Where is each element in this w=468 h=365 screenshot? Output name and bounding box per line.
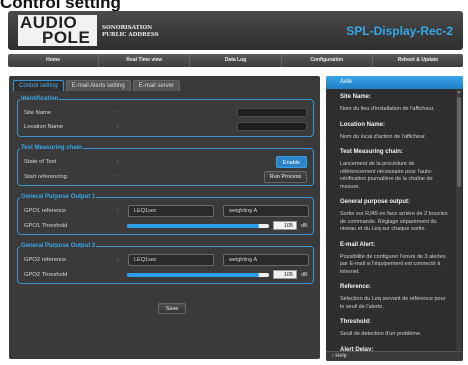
state-of-test-label: State of Test xyxy=(24,159,57,165)
help-aside: Aide Site Name: Nom du lieu d'installatio… xyxy=(326,76,463,361)
settings-tabs: Control setting E-mail Alerts setting E-… xyxy=(13,80,181,91)
colon: : xyxy=(117,174,119,180)
colon: : xyxy=(117,110,119,116)
nav-data-log[interactable]: Data Log xyxy=(190,54,282,67)
start-referencing-row: Start referencing : Run Process xyxy=(24,171,307,183)
help-section-text: Nom du local d'action de l'afficheur. xyxy=(340,133,427,140)
logo-line-2: POLE xyxy=(42,28,91,47)
help-section-heading: Location Name: xyxy=(340,121,386,128)
gpo2-threshold-unit: dB xyxy=(301,272,308,278)
device-name: SPL-Display-Rec-2 xyxy=(346,24,453,38)
main-nav: Home Real Time view Data Log Configurati… xyxy=(8,54,463,67)
colon: : xyxy=(117,257,119,263)
help-section-text: Sélection du Leq servant de référence po… xyxy=(340,296,446,310)
tagline-line-2: PUBLIC ADDRESS xyxy=(102,32,159,38)
gpo1-reference-label: GPO1 reference xyxy=(24,208,67,214)
enable-button[interactable]: Enable xyxy=(276,156,307,168)
gpo1-reference-row: GPO1 reference : LEQ1sec weighting A xyxy=(24,205,309,217)
aside-title: Aide xyxy=(326,76,463,89)
gpo2-threshold-slider[interactable] xyxy=(127,273,269,277)
aside-footer-label: Help xyxy=(335,353,347,359)
gpo2-threshold-row: GPO2 Threshold 105 dB xyxy=(24,270,308,280)
help-section-heading: E-mail Alert: xyxy=(340,241,376,248)
gpo1-weighting-select[interactable]: weighting A xyxy=(223,205,309,217)
gpo1-threshold-row: GPO1 Threshold 105 dB xyxy=(24,221,308,231)
help-section-text: Lancement de la procédure de référenceme… xyxy=(340,161,433,190)
settings-panel: Control setting E-mail Alerts setting E-… xyxy=(9,76,320,359)
state-of-test-row: State of Test : Enable xyxy=(24,156,307,168)
gpo1-threshold-unit: dB xyxy=(301,223,308,229)
run-process-button[interactable]: Run Process xyxy=(264,171,307,183)
colon: : xyxy=(117,208,119,214)
help-section-heading: Site Name: xyxy=(340,94,372,100)
nav-real-time-view[interactable]: Real Time view xyxy=(99,54,191,67)
gpo2-weighting-select[interactable]: weighting A xyxy=(223,254,309,266)
gpo2-reference-select[interactable]: LEQ1sec xyxy=(128,254,214,266)
help-section-heading: General purpose output: xyxy=(340,199,411,205)
gpo2-reference-label: GPO2 reference xyxy=(24,257,67,263)
gpo1-threshold-slider[interactable] xyxy=(127,224,269,228)
identification-group: Identification Site Name : Location Name… xyxy=(17,95,314,137)
gpo1-reference-select[interactable]: LEQ1sec xyxy=(128,205,214,217)
aside-footer[interactable]: › Help xyxy=(326,351,463,361)
scroll-up-icon[interactable]: ▲ xyxy=(456,89,462,95)
help-section-text: Seuil de detection d'un problème. xyxy=(340,331,422,337)
help-section-heading: Threshold: xyxy=(340,319,371,325)
gpo2-reference-row: GPO2 reference : LEQ1sec weighting A xyxy=(24,254,309,266)
help-section-heading: Test Measuring chain: xyxy=(340,149,403,155)
gpo1-threshold-fill xyxy=(127,224,260,228)
nav-reboot-update[interactable]: Reboot & Update xyxy=(373,54,463,67)
test-chain-group: Test Measuring chain State of Test : Ena… xyxy=(17,144,314,186)
tab-email-server[interactable]: E-mail server xyxy=(132,80,181,91)
gpo2-threshold-label: GPO2 Threshold xyxy=(24,272,68,278)
aside-scrollbar[interactable]: ▲ xyxy=(456,89,462,351)
help-section-text: Possibilité de configurer l'envoi de 3 a… xyxy=(340,253,446,275)
chevron-right-icon: › xyxy=(332,353,334,359)
aside-help-content: Site Name: Nom du lieu d'installation de … xyxy=(326,89,456,351)
site-name-row: Site Name : xyxy=(24,108,307,118)
location-name-row: Location Name : xyxy=(24,122,307,132)
nav-home[interactable]: Home xyxy=(8,54,100,67)
header: AUDIO POLE SONORISATION PUBLIC ADDRESS S… xyxy=(8,11,463,50)
location-name-label: Location Name xyxy=(24,124,63,130)
tab-email-alerts-setting[interactable]: E-mail Alerts setting xyxy=(65,80,131,91)
gpo2-threshold-fill xyxy=(127,273,260,277)
colon: : xyxy=(117,124,119,130)
identification-title: Identification xyxy=(20,95,60,103)
gpo1-title: General Purpose Output 1 xyxy=(20,193,97,201)
brand-tagline: SONORISATION PUBLIC ADDRESS xyxy=(102,25,159,39)
scrollbar-thumb[interactable] xyxy=(457,97,461,187)
gpo1-threshold-label: GPO1 Threshold xyxy=(24,223,68,229)
gpo2-threshold-value[interactable]: 105 xyxy=(273,270,297,279)
tagline-line-1: SONORISATION xyxy=(102,25,153,31)
location-name-input[interactable] xyxy=(237,122,307,131)
site-name-label: Site Name xyxy=(24,110,52,116)
colon: : xyxy=(117,159,119,165)
help-section-text: Nom du lieu d'installation de l'afficheu… xyxy=(340,106,435,112)
test-chain-title: Test Measuring chain xyxy=(20,144,83,152)
site-name-input[interactable] xyxy=(237,108,307,117)
nav-configuration[interactable]: Configuration xyxy=(282,54,373,67)
gpo2-group: General Purpose Output 2 GPO2 reference … xyxy=(17,242,314,284)
save-button[interactable]: Save xyxy=(158,303,186,314)
gpo1-group: General Purpose Output 1 GPO1 reference … xyxy=(17,193,314,235)
help-section-text: Sortie sur RJ45 en face arrière de 2 bou… xyxy=(340,211,448,232)
gpo2-title: General Purpose Output 2 xyxy=(20,242,97,250)
tab-control-setting[interactable]: Control setting xyxy=(13,80,64,91)
start-referencing-label: Start referencing xyxy=(24,174,67,180)
gpo1-threshold-value[interactable]: 105 xyxy=(273,221,297,230)
help-section-heading: Reference: xyxy=(340,284,372,290)
brand-logo: AUDIO POLE xyxy=(18,13,97,47)
